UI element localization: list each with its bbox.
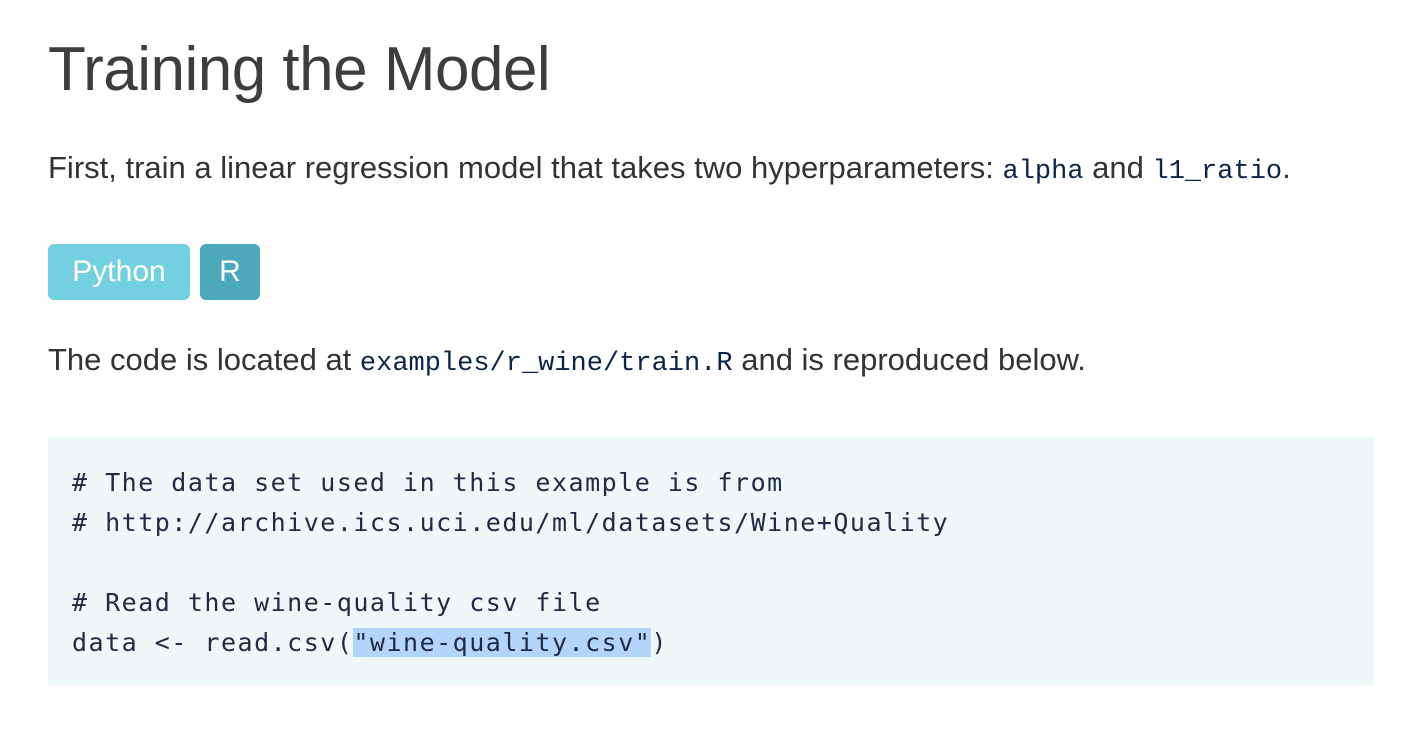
- inline-code-alpha: alpha: [1002, 157, 1084, 187]
- inline-code-l1-ratio: l1_ratio: [1152, 157, 1283, 187]
- code-line-4: # Read the wine-quality csv file: [72, 588, 602, 617]
- intro-paragraph: First, train a linear regression model t…: [48, 146, 1291, 194]
- location-text-prefix: The code is located at: [48, 342, 360, 377]
- code-block[interactable]: # The data set used in this example is f…: [48, 437, 1374, 685]
- intro-text-prefix: First, train a linear regression model t…: [48, 150, 1003, 185]
- tab-python[interactable]: Python: [48, 244, 190, 300]
- intro-text-suffix: .: [1282, 150, 1291, 185]
- code-line-2: # http://archive.ics.uci.edu/ml/datasets…: [72, 508, 950, 537]
- language-tabs: Python R: [48, 244, 260, 300]
- intro-text-middle: and: [1083, 150, 1153, 185]
- page-title: Training the Model: [48, 35, 551, 104]
- code-location-paragraph: The code is located at examples/r_wine/t…: [48, 338, 1086, 386]
- tab-r[interactable]: R: [200, 244, 260, 300]
- code-line-5-suffix: ): [651, 628, 668, 657]
- code-line-5: data <- read.csv("wine-quality.csv"): [72, 623, 1350, 663]
- inline-code-file-path: examples/r_wine/train.R: [359, 349, 733, 379]
- code-line-1: # The data set used in this example is f…: [72, 468, 784, 497]
- code-content[interactable]: # The data set used in this example is f…: [72, 463, 1350, 663]
- selected-text[interactable]: "wine-quality.csv": [353, 628, 652, 657]
- code-line-5-prefix: data <- read.csv(: [72, 628, 354, 657]
- location-text-suffix: and is reproduced below.: [732, 342, 1086, 377]
